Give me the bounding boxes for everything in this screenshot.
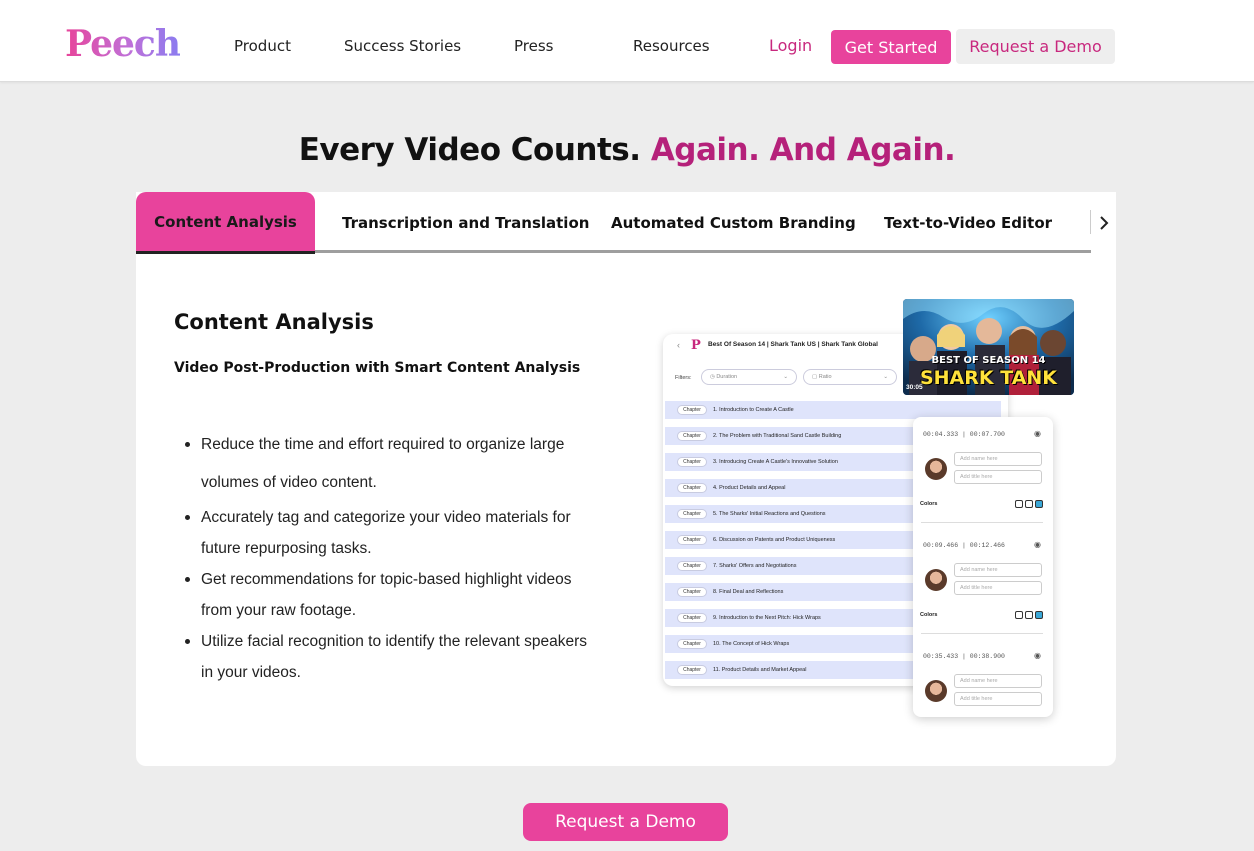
feature-tabs: Content Analysis Transcription and Trans… — [136, 192, 1116, 254]
list-item: Get recommendations for topic-based high… — [174, 564, 594, 626]
chapter-title: 2. The Problem with Traditional Sand Cas… — [713, 433, 842, 439]
colors-label: Colors — [920, 612, 938, 618]
chapter-chip: Chapter — [677, 431, 707, 441]
headline-main: Every Video Counts. — [298, 132, 641, 168]
chapter-chip: Chapter — [677, 457, 707, 467]
chapter-chip: Chapter — [677, 587, 707, 597]
colors-label: Colors — [920, 501, 938, 507]
chapter-chip: Chapter — [677, 665, 707, 675]
ratio-filter-label: Ratio — [818, 374, 832, 380]
chapter-chip: Chapter — [677, 509, 707, 519]
chapter-title: 6. Discussion on Patents and Product Uni… — [713, 537, 836, 543]
content-card: Content Analysis Video Post-Production w… — [136, 254, 1116, 766]
chapter-title: 10. The Concept of Hick Wraps — [713, 641, 790, 647]
video-thumbnail: BEST OF SEASON 14 SHARK TANK 30:05 — [903, 299, 1074, 395]
color-swatch[interactable] — [1015, 500, 1023, 508]
tab-scroll-next-button[interactable] — [1091, 192, 1116, 254]
chapter-title: 11. Product Details and Market Appeal — [713, 667, 807, 673]
chapter-title: 7. Sharks' Offers and Negotiations — [713, 563, 797, 569]
content-subtitle: Video Post-Production with Smart Content… — [174, 360, 581, 376]
duration-filter-label: Duration — [716, 374, 738, 380]
speaker-name-input[interactable]: Add name here — [954, 563, 1042, 577]
chapter-chip: Chapter — [677, 483, 707, 493]
back-arrow-icon: ‹ — [677, 340, 680, 350]
tab-transcription-translation[interactable]: Transcription and Translation — [342, 213, 589, 233]
speaker-title-input[interactable]: Add title here — [954, 470, 1042, 484]
tab-text-to-video-editor[interactable]: Text-to-Video Editor — [884, 213, 1052, 233]
tab-content-analysis[interactable]: Content Analysis — [136, 192, 315, 254]
tab-underline — [315, 250, 1095, 253]
duration-filter: ◷ Duration ⌄ — [701, 369, 797, 385]
color-swatch[interactable] — [1035, 500, 1043, 508]
ratio-filter: ▢ Ratio ⌄ — [803, 369, 897, 385]
site-header: Peech Product Success Stories Press Reso… — [0, 0, 1254, 82]
peech-logo[interactable]: Peech — [65, 22, 181, 66]
request-demo-header-button[interactable]: Request a Demo — [956, 29, 1115, 64]
eye-icon[interactable]: ◉ — [1034, 540, 1041, 549]
chapter-title: 4. Product Details and Appeal — [713, 485, 786, 491]
avatar — [925, 680, 947, 702]
color-swatch[interactable] — [1025, 611, 1033, 619]
chapter-chip: Chapter — [677, 613, 707, 623]
color-swatch[interactable] — [1025, 500, 1033, 508]
divider — [921, 633, 1043, 634]
nav-product[interactable]: Product — [234, 36, 291, 56]
nav-press[interactable]: Press — [514, 36, 553, 56]
chapter-chip: Chapter — [677, 639, 707, 649]
thumbnail-line2: SHARK TANK — [919, 367, 1058, 389]
avatar — [925, 458, 947, 480]
speaker-name-input[interactable]: Add name here — [954, 674, 1042, 688]
chapter-title: 3. Introducing Create A Castle's Innovat… — [713, 459, 838, 465]
feature-list: Reduce the time and effort required to o… — [174, 426, 594, 688]
speaker-title-input[interactable]: Add title here — [954, 581, 1042, 595]
headline-accent: Again. And Again. — [650, 132, 956, 168]
video-duration: 30:05 — [906, 384, 923, 391]
login-link[interactable]: Login — [769, 36, 812, 56]
chapter-title: 1. Introduction to Create A Castle — [713, 407, 794, 413]
chevron-down-icon: ⌄ — [783, 374, 788, 380]
get-started-button[interactable]: Get Started — [831, 30, 951, 64]
chapter-chip: Chapter — [677, 561, 707, 571]
color-swatch[interactable] — [1015, 611, 1023, 619]
chapter-title: 9. Introduction to the Next Pitch: Hick … — [713, 615, 821, 621]
nav-resources[interactable]: Resources — [633, 36, 710, 56]
list-item: Reduce the time and effort required to o… — [174, 426, 594, 502]
chapter-chip: Chapter — [677, 405, 707, 415]
page-headline: Every Video Counts. Again. And Again. — [0, 131, 1254, 169]
nav-success-stories[interactable]: Success Stories — [344, 36, 461, 56]
speaker-title-input[interactable]: Add title here — [954, 692, 1042, 706]
chevron-down-icon: ⌄ — [883, 374, 888, 380]
mockup-logo: P — [691, 338, 701, 353]
filters-label: Filters: — [675, 375, 692, 381]
divider — [921, 522, 1043, 523]
color-swatch[interactable] — [1035, 611, 1043, 619]
chapter-chip: Chapter — [677, 535, 707, 545]
eye-icon[interactable]: ◉ — [1034, 651, 1041, 660]
ratio-icon: ▢ — [812, 374, 819, 380]
tab-automated-custom-branding[interactable]: Automated Custom Branding — [611, 213, 856, 233]
speaker-timecode: 00:04.333 | 00:07.700 — [923, 431, 1005, 438]
chapter-title: 8. Final Deal and Reflections — [713, 589, 784, 595]
content-title: Content Analysis — [174, 310, 374, 334]
speaker-panel: 00:04.333 | 00:07.700 ◉ Add name here Ad… — [913, 417, 1053, 717]
speaker-timecode: 00:35.433 | 00:38.900 — [923, 653, 1005, 660]
speaker-timecode: 00:09.466 | 00:12.466 — [923, 542, 1005, 549]
list-item: Utilize facial recognition to identify t… — [174, 626, 594, 688]
chapter-title: 5. The Sharks' Initial Reactions and Que… — [713, 511, 826, 517]
chevron-right-icon — [1099, 216, 1108, 230]
avatar — [925, 569, 947, 591]
request-demo-button[interactable]: Request a Demo — [523, 803, 728, 841]
thumbnail-line1: BEST OF SEASON 14 — [931, 355, 1046, 366]
eye-icon[interactable]: ◉ — [1034, 429, 1041, 438]
speaker-name-input[interactable]: Add name here — [954, 452, 1042, 466]
list-item: Accurately tag and categorize your video… — [174, 502, 594, 564]
mockup-title: Best Of Season 14 | Shark Tank US | Shar… — [708, 341, 878, 348]
